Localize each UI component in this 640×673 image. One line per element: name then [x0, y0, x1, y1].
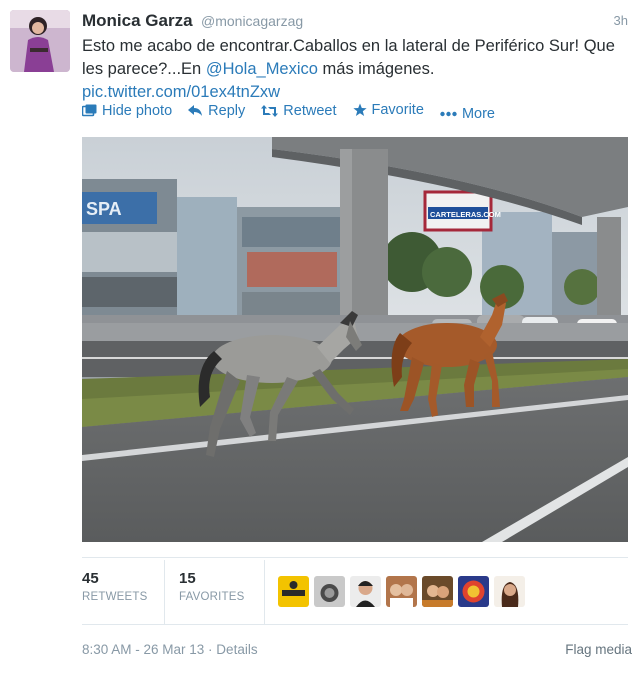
avatar[interactable]: [10, 10, 70, 72]
favorites-stat[interactable]: 15 FAVORITES: [179, 570, 245, 603]
star-icon: [352, 103, 367, 116]
tweet-stats: 45 RETWEETS 15 FAVORITES: [82, 560, 628, 624]
mention-link[interactable]: @Hola_Mexico: [206, 60, 318, 78]
avatar-image: [10, 10, 70, 72]
reply-button[interactable]: Reply: [188, 103, 245, 119]
stats-top-divider: [82, 557, 628, 558]
hide-photo-label: Hide photo: [102, 102, 173, 119]
retweet-label: Retweet: [283, 103, 337, 119]
favoriter-avatar[interactable]: [494, 576, 525, 607]
favoriters-avatars: [278, 576, 525, 607]
flag-media-link[interactable]: Flag media: [565, 642, 632, 657]
tweet-actions: Hide photo Reply Retweet Favorite More: [82, 102, 507, 122]
photo-icon: [82, 104, 97, 117]
billboard-text: CARTELERAS.COM: [430, 210, 501, 219]
retweets-label: RETWEETS: [82, 591, 148, 603]
retweet-icon: [261, 105, 279, 117]
favoriter-avatar[interactable]: [314, 576, 345, 607]
retweet-button[interactable]: Retweet: [261, 103, 336, 119]
favorite-label: Favorite: [371, 102, 424, 118]
horses-on-highway-photo: SPA CARTELERAS.COM: [82, 137, 628, 542]
favorite-button[interactable]: Favorite: [352, 102, 424, 118]
favoriter-avatar[interactable]: [386, 576, 417, 607]
tweet-time[interactable]: 3h: [614, 13, 628, 28]
stats-divider: [164, 560, 165, 624]
favorites-label: FAVORITES: [179, 591, 245, 603]
retweets-stat[interactable]: 45 RETWEETS: [82, 570, 148, 603]
favoriter-avatar[interactable]: [350, 576, 381, 607]
favoriter-avatar[interactable]: [458, 576, 489, 607]
stats-bottom-divider: [82, 624, 628, 625]
hide-photo-button[interactable]: Hide photo: [82, 103, 172, 119]
favoriter-avatar[interactable]: [278, 576, 309, 607]
retweets-count: 45: [82, 570, 99, 587]
tweet-timestamp-details[interactable]: 8:30 AM - 26 Mar 13 · Details: [82, 642, 258, 657]
favorites-count: 15: [179, 570, 196, 587]
reply-icon: [188, 105, 203, 116]
pic-link[interactable]: pic.twitter.com/01ex4tnZxw: [82, 83, 280, 101]
tweet-footer: 8:30 AM - 26 Mar 13 · Details Flag media: [82, 642, 632, 657]
tweet-text: Esto me acabo de encontrar.Caballos en l…: [82, 35, 634, 104]
tweet-header: Monica Garza @monicagarzag 3h: [82, 11, 628, 33]
tweet-photo[interactable]: SPA CARTELERAS.COM: [82, 137, 628, 542]
building-sign-text: SPA: [86, 199, 122, 219]
favoriter-avatar[interactable]: [422, 576, 453, 607]
user-fullname[interactable]: Monica Garza: [82, 11, 193, 30]
user-handle[interactable]: @monicagarzag: [201, 13, 303, 29]
stats-divider: [264, 560, 265, 624]
more-label: More: [461, 106, 495, 122]
more-button[interactable]: More: [440, 106, 495, 122]
reply-label: Reply: [208, 103, 246, 119]
tweet-text-tail: más imágenes.: [317, 60, 435, 78]
more-dots-icon: [440, 111, 457, 117]
